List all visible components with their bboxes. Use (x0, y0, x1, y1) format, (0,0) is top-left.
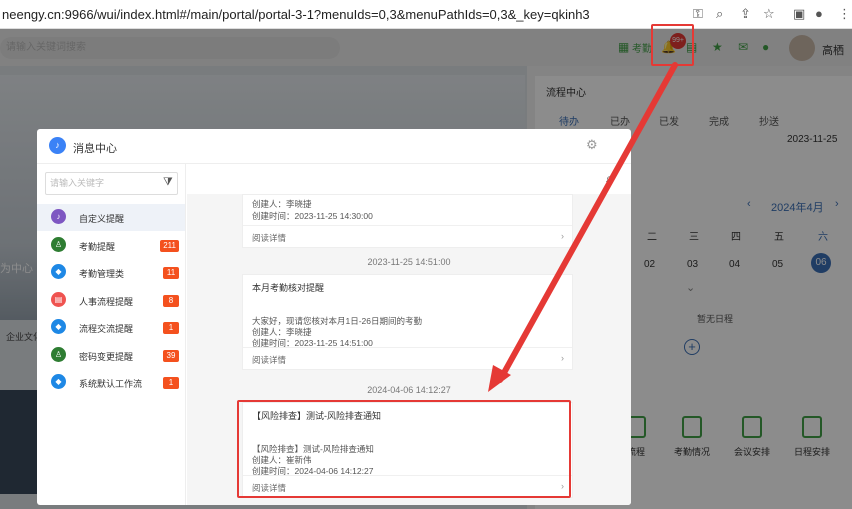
profile-icon[interactable]: ● (815, 6, 823, 21)
category-label: 密码变更提醒 (79, 351, 134, 362)
unread-count-badge: 211 (160, 239, 179, 252)
message-timestamp: 2024-04-06 14:12:27 (367, 385, 451, 395)
unread-count-badge: 1 (163, 322, 179, 334)
message-highlight-box (237, 400, 571, 498)
category-search-input[interactable]: 请输入关键字 (45, 172, 178, 195)
unread-count-badge: 11 (163, 267, 179, 279)
category-sidebar: 请输入关键字 ⧩ ♪ 自定义提醒 ♙ 考勤提醒 211 ◆ 考勤管理类 11 ▤ 人事流程提醒 8 ◆… (37, 164, 186, 505)
bell-icon: ♪ (49, 137, 66, 154)
category-item[interactable]: ◆ 系统默认工作流 1 (37, 369, 185, 396)
diamond-icon: ◆ (51, 319, 66, 334)
person-icon: ♙ (51, 346, 66, 362)
sidebar-toggle-icon[interactable]: ▣ (793, 6, 805, 22)
bookmark-star-icon[interactable]: ☆ (763, 6, 775, 22)
bell-icon: ♪ (51, 209, 66, 224)
message-card[interactable]: 本月考勤核对提醒 大家好，现请您核对本月1日-26日期间的考勤 创建人：李晓捷 … (242, 274, 573, 370)
document-icon: ▤ (51, 291, 66, 307)
category-item[interactable]: ♙ 考勤提醒 211 (37, 232, 185, 259)
category-item[interactable]: ♪ 自定义提醒 (37, 204, 185, 231)
category-label: 系统默认工作流 (79, 379, 143, 389)
search-icon[interactable]: ⌕ (606, 171, 613, 186)
message-timestamp: 2023-11-25 14:51:00 (367, 257, 451, 267)
gear-icon[interactable]: ⚙ (586, 137, 598, 153)
unread-count-badge: 8 (163, 294, 179, 307)
message-search-bar: ⌕ (187, 164, 631, 194)
chevron-right-icon: › (561, 353, 564, 363)
person-icon: ♙ (51, 236, 66, 252)
diamond-icon: ◆ (51, 374, 66, 389)
share-icon[interactable]: ⇪ (740, 6, 751, 22)
message-line: 创建时间：2023-11-25 14:30:00 (252, 211, 373, 221)
category-label: 考勤提醒 (79, 241, 116, 252)
category-item[interactable]: ◆ 流程交流提醒 1 (37, 314, 185, 341)
category-label: 自定义提醒 (79, 214, 125, 224)
category-label: 人事流程提醒 (79, 296, 134, 307)
category-label: 流程交流提醒 (79, 324, 134, 334)
category-label: 考勤管理类 (79, 269, 125, 279)
browser-menu-icon[interactable]: ⋮ (838, 6, 851, 22)
message-title: 本月考勤核对提醒 (252, 283, 325, 293)
dialog-title: 消息中心 (73, 143, 117, 155)
category-item[interactable]: ◆ 考勤管理类 11 (37, 259, 185, 286)
unread-count-badge: 39 (163, 349, 179, 362)
filter-icon[interactable]: ⧩ (163, 176, 173, 189)
zoom-icon[interactable]: ⌕ (716, 6, 723, 22)
url-text[interactable]: neengy.cn:9966/wui/index.html#/main/port… (2, 7, 590, 22)
category-item[interactable]: ▤ 人事流程提醒 8 (37, 287, 185, 314)
chevron-right-icon: › (561, 231, 564, 241)
bell-highlight-box (651, 24, 694, 66)
message-card[interactable]: 创建人：李晓捷 创建时间：2023-11-25 14:30:00 阅读详情 › (242, 194, 573, 248)
key-icon[interactable]: ⚿ (693, 6, 703, 22)
dialog-header: ♪ 消息中心 ⚙ (37, 129, 631, 164)
unread-count-badge: 1 (163, 377, 179, 389)
read-details-link[interactable]: 阅读详情 › (243, 225, 572, 247)
diamond-icon: ◆ (51, 264, 66, 279)
category-item[interactable]: ♙ 密码变更提醒 39 (37, 342, 185, 369)
message-line: 创建人：李晓捷 (252, 199, 312, 209)
browser-url-bar[interactable]: neengy.cn:9966/wui/index.html#/main/port… (0, 0, 852, 29)
read-details-link[interactable]: 阅读详情 › (243, 347, 572, 369)
